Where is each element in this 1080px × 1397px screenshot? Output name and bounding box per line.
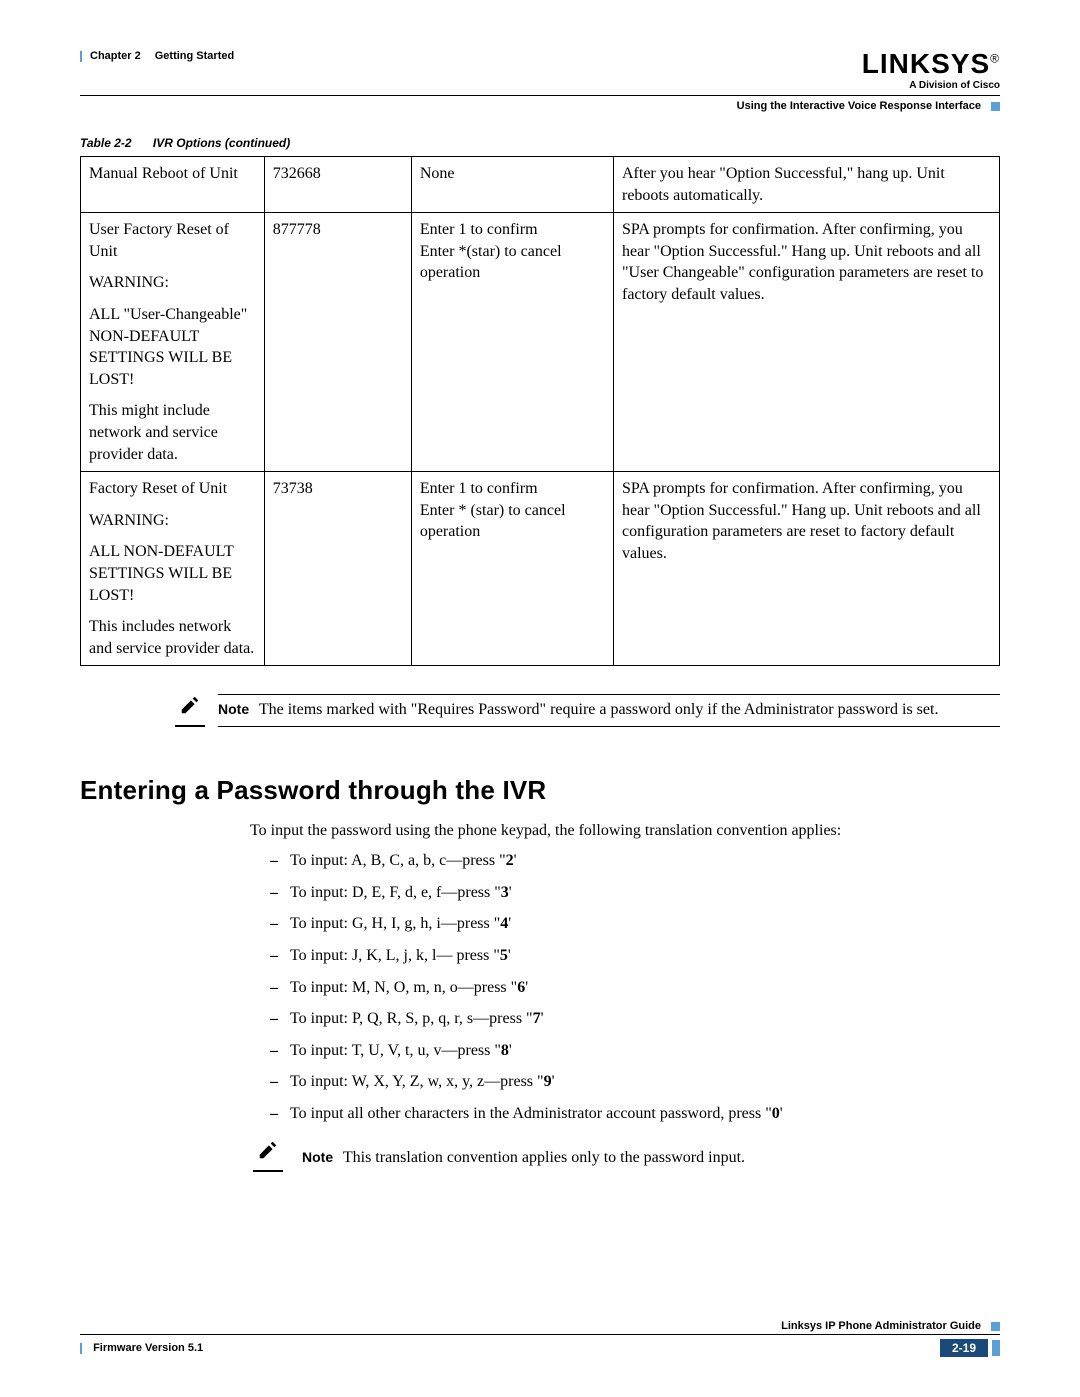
cell-result: After you hear "Option Successful," hang… [614, 157, 1000, 213]
page-number-badge: 2-19 [932, 1339, 1000, 1357]
accent-square-icon [991, 102, 1000, 111]
page-header: Chapter 2 Getting Started LINKSYS® A Div… [80, 50, 1000, 91]
list-item: To input: T, U, V, t, u, v—press "8' [270, 1040, 1000, 1062]
subheader-text: Using the Interactive Voice Response Int… [737, 100, 981, 112]
table-title: IVR Options (continued) [153, 136, 290, 150]
note-label: Note [218, 701, 249, 717]
list-item: To input: P, Q, R, S, p, q, r, s—press "… [270, 1008, 1000, 1030]
list-item: To input: D, E, F, d, e, f—press "3' [270, 882, 1000, 904]
firmware-version: Firmware Version 5.1 [80, 1342, 203, 1354]
footer-guide-line: Linksys IP Phone Administrator Guide [80, 1320, 1000, 1332]
cell-text: User Factory Reset of Unit [89, 219, 256, 262]
accent-stripe-icon [992, 1340, 1000, 1356]
cell-result: SPA prompts for confirmation. After conf… [614, 472, 1000, 666]
guide-title: Linksys IP Phone Administrator Guide [781, 1320, 981, 1332]
cell-text: ALL "User-Changeable" NON-DEFAULT SETTIN… [89, 304, 256, 390]
footer-rule [80, 1334, 1000, 1335]
list-item: To input: J, K, L, j, k, l— press "5' [270, 945, 1000, 967]
table-row: Manual Reboot of Unit 732668 None After … [81, 157, 1000, 213]
cell-code: 877778 [264, 213, 411, 472]
list-item: To input: A, B, C, a, b, c—press "2' [270, 850, 1000, 872]
note-block: Note The items marked with "Requires Pas… [172, 694, 1000, 727]
subheader-right: Using the Interactive Voice Response Int… [80, 100, 1000, 112]
version-text: Firmware Version 5.1 [93, 1342, 203, 1354]
list-item: To input all other characters in the Adm… [270, 1103, 1000, 1125]
cell-input: None [411, 157, 613, 213]
note-body: Note This translation convention applies… [302, 1139, 1000, 1172]
registered-mark-icon: ® [990, 52, 1000, 66]
table-label: Table 2-2 [80, 136, 132, 150]
cell-input: Enter 1 to confirm Enter * (star) to can… [411, 472, 613, 666]
table-row: Factory Reset of Unit WARNING: ALL NON-D… [81, 472, 1000, 666]
linksys-logo: LINKSYS® [862, 50, 1000, 78]
chapter-title: Getting Started [155, 50, 234, 62]
cell-code: 732668 [264, 157, 411, 213]
accent-bar-icon [80, 1343, 82, 1354]
cell-warning: WARNING: [89, 272, 256, 294]
page-number: 2-19 [940, 1339, 988, 1357]
page-footer: Linksys IP Phone Administrator Guide Fir… [80, 1320, 1000, 1357]
chapter-breadcrumb: Chapter 2 Getting Started [80, 50, 234, 62]
section-intro: To input the password using the phone ke… [250, 822, 1000, 840]
note-label: Note [302, 1149, 333, 1165]
cell-input: Enter 1 to confirm Enter *(star) to canc… [411, 213, 613, 472]
cell-text: ALL NON-DEFAULT SETTINGS WILL BE LOST! [89, 541, 256, 606]
note-text: This translation convention applies only… [343, 1149, 745, 1166]
cell-option: User Factory Reset of Unit WARNING: ALL … [81, 213, 265, 472]
table-row: User Factory Reset of Unit WARNING: ALL … [81, 213, 1000, 472]
chapter-label: Chapter 2 [90, 50, 141, 62]
table-caption: Table 2-2 IVR Options (continued) [80, 136, 1000, 150]
note-pencil-icon [250, 1139, 286, 1172]
note-body: Note The items marked with "Requires Pas… [218, 694, 1000, 727]
list-item: To input: G, H, I, g, h, i—press "4' [270, 913, 1000, 935]
logo-subtitle: A Division of Cisco [862, 80, 1000, 91]
cell-text: This includes network and service provid… [89, 616, 256, 659]
accent-square-icon [991, 1322, 1000, 1331]
list-item: To input: W, X, Y, Z, w, x, y, z—press "… [270, 1071, 1000, 1093]
section-heading: Entering a Password through the IVR [80, 775, 1000, 806]
cell-option: Factory Reset of Unit WARNING: ALL NON-D… [81, 472, 265, 666]
note-text: The items marked with "Requires Password… [259, 701, 939, 718]
cell-warning: WARNING: [89, 510, 256, 532]
accent-bar-icon [80, 51, 82, 62]
note-pencil-icon [172, 694, 208, 727]
list-item: To input: M, N, O, m, n, o—press "6' [270, 977, 1000, 999]
logo-word: LINKSYS [862, 48, 990, 79]
logo-block: LINKSYS® A Division of Cisco [862, 50, 1000, 91]
cell-text: This might include network and service p… [89, 400, 256, 465]
footer-bottom-row: Firmware Version 5.1 2-19 [80, 1339, 1000, 1357]
keypad-list: To input: A, B, C, a, b, c—press "2' To … [270, 850, 1000, 1124]
cell-text: Factory Reset of Unit [89, 478, 256, 500]
header-rule [80, 95, 1000, 96]
cell-option: Manual Reboot of Unit [81, 157, 265, 213]
ivr-options-table: Manual Reboot of Unit 732668 None After … [80, 156, 1000, 666]
cell-code: 73738 [264, 472, 411, 666]
cell-result: SPA prompts for confirmation. After conf… [614, 213, 1000, 472]
note-block: Note This translation convention applies… [250, 1139, 1000, 1172]
